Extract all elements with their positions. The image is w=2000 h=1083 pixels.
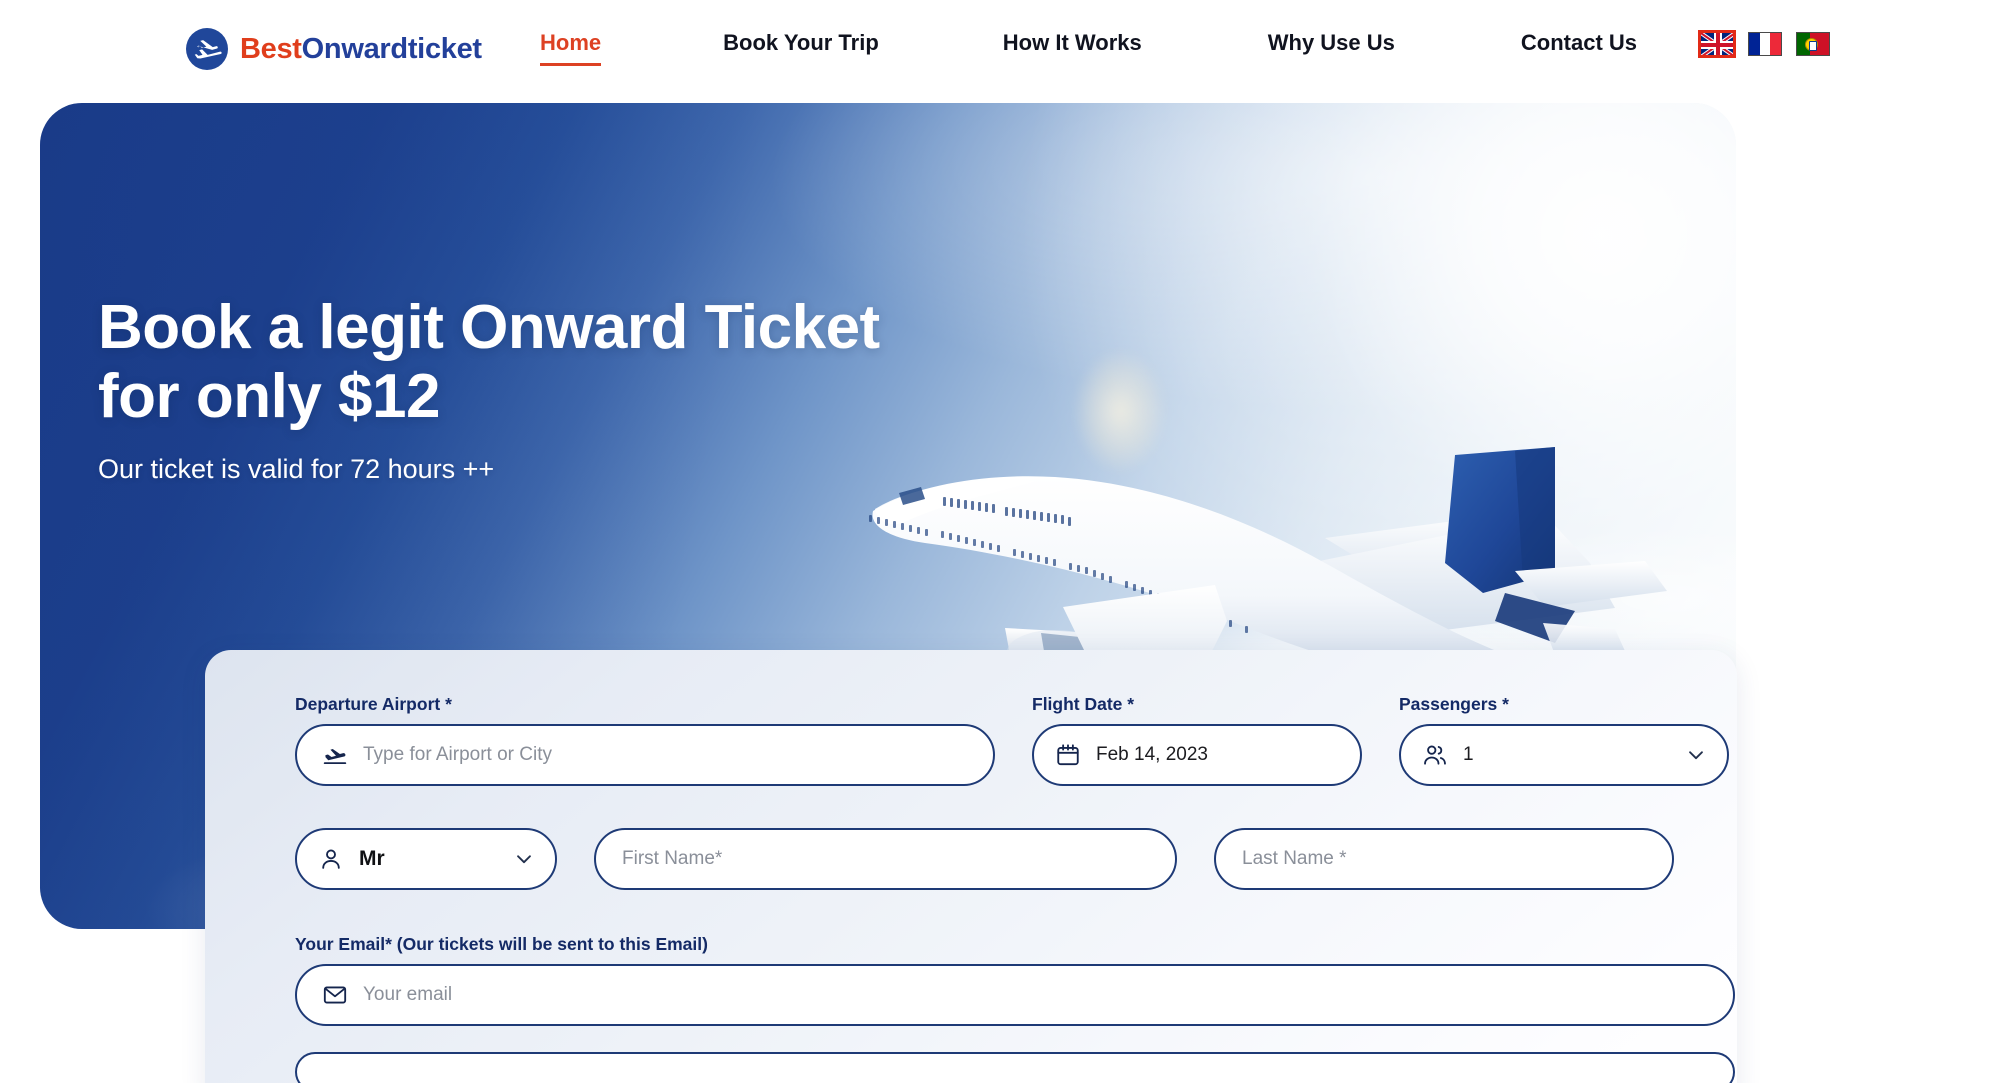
last-name-field: Last Name * xyxy=(1214,828,1674,890)
departure-airport-field: Departure Airport * Type for Airport or … xyxy=(295,694,995,786)
brand-name-accent: Best xyxy=(240,32,302,65)
nav-item-contact-us[interactable]: Contact Us xyxy=(1521,30,1637,66)
first-name-placeholder: First Name* xyxy=(622,848,723,869)
chevron-down-icon[interactable] xyxy=(1685,744,1707,766)
flag-uk-icon[interactable] xyxy=(1698,30,1736,58)
brand-logo[interactable]: BestOnwardticket xyxy=(186,28,482,70)
email-field: Your Email* (Our tickets will be sent to… xyxy=(295,934,1735,1026)
hero-subtitle: Our ticket is valid for 72 hours ++ xyxy=(98,453,495,484)
users-icon xyxy=(1421,741,1449,769)
title-select[interactable]: Mr xyxy=(295,828,557,890)
nav-item-book-your-trip[interactable]: Book Your Trip xyxy=(723,30,879,66)
airplane-circle-icon xyxy=(186,28,228,70)
first-name-input[interactable]: First Name* xyxy=(594,828,1177,890)
brand-name-main: Onwardticket xyxy=(301,32,482,65)
brand-name: BestOnwardticket xyxy=(240,33,482,66)
flag-france-icon[interactable] xyxy=(1748,32,1782,56)
email-input[interactable]: Your email xyxy=(295,964,1735,1026)
title-select-value: Mr xyxy=(359,847,385,870)
nav-item-how-it-works[interactable]: How It Works xyxy=(1003,30,1142,66)
flight-date-label: Flight Date * xyxy=(1032,694,1135,714)
site-header: BestOnwardticket Home Book Your Trip How… xyxy=(0,0,2000,100)
language-switcher xyxy=(1698,30,1830,58)
email-placeholder: Your email xyxy=(363,984,453,1005)
first-name-field: First Name* xyxy=(594,828,1177,890)
nav-item-home[interactable]: Home xyxy=(540,30,602,66)
hero-copy: Book a legit Onward Ticket for only $12 … xyxy=(98,293,880,485)
nav-item-why-use-us[interactable]: Why Use Us xyxy=(1268,30,1395,66)
plane-takeoff-icon xyxy=(321,741,349,769)
title-select-field: Mr xyxy=(295,828,557,890)
departure-airport-label: Departure Airport * xyxy=(295,694,452,714)
flight-date-value: Feb 14, 2023 xyxy=(1096,744,1208,765)
passengers-value: 1 xyxy=(1463,744,1474,765)
last-name-placeholder: Last Name * xyxy=(1242,848,1347,869)
envelope-icon xyxy=(321,981,349,1009)
passengers-label: Passengers * xyxy=(1399,694,1509,714)
next-field-partial[interactable] xyxy=(295,1052,1735,1083)
chevron-down-icon[interactable] xyxy=(513,848,535,870)
passengers-field: Passengers * 1 xyxy=(1399,694,1729,786)
calendar-icon xyxy=(1054,741,1082,769)
booking-form-row-2: Mr First Name* Last Name * xyxy=(295,828,1674,890)
booking-form-card: Departure Airport * Type for Airport or … xyxy=(205,650,1737,1083)
flight-date-field: Flight Date * Feb 14, 2023 xyxy=(1032,694,1362,786)
booking-form-row-1: Departure Airport * Type for Airport or … xyxy=(295,694,1729,786)
email-label: Your Email* (Our tickets will be sent to… xyxy=(295,934,708,954)
passengers-select[interactable]: 1 xyxy=(1399,724,1729,786)
flag-portugal-icon[interactable] xyxy=(1796,32,1830,56)
hero-title: Book a legit Onward Ticket for only $12 xyxy=(98,293,880,432)
last-name-input[interactable]: Last Name * xyxy=(1214,828,1674,890)
flight-date-input[interactable]: Feb 14, 2023 xyxy=(1032,724,1362,786)
person-icon xyxy=(317,845,345,873)
booking-form-row-3: Your Email* (Our tickets will be sent to… xyxy=(295,934,1735,1026)
main-navigation: Home Book Your Trip How It Works Why Use… xyxy=(540,30,1637,66)
departure-airport-input[interactable]: Type for Airport or City xyxy=(295,724,995,786)
page-root: BestOnwardticket Home Book Your Trip How… xyxy=(0,0,2000,1083)
departure-airport-placeholder: Type for Airport or City xyxy=(363,744,553,765)
